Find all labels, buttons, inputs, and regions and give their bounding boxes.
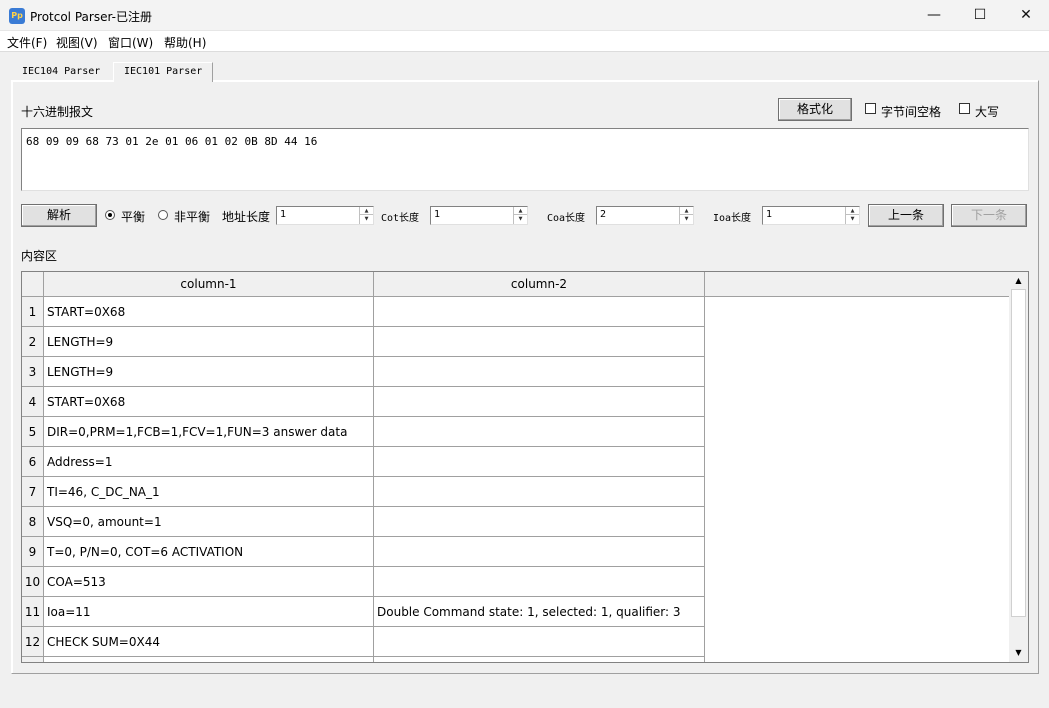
spin-down-icon[interactable]: ▼ bbox=[680, 215, 693, 223]
addr-len-label: 地址长度 bbox=[222, 210, 271, 224]
row-header[interactable]: 6 bbox=[22, 447, 44, 477]
row-header[interactable]: 1 bbox=[22, 297, 44, 327]
spin-up-icon[interactable]: ▲ bbox=[360, 207, 373, 215]
table-cell-col1[interactable]: DIR=0,PRM=1,FCB=1,FCV=1,FUN=3 answer dat… bbox=[44, 417, 374, 447]
table-cell-col1[interactable]: LENGTH=9 bbox=[44, 357, 374, 387]
spin-up-icon[interactable]: ▲ bbox=[514, 207, 527, 215]
table-cell-col1[interactable]: T=0, P/N=0, COT=6 ACTIVATION bbox=[44, 537, 374, 567]
table-cell-col1[interactable]: COA=513 bbox=[44, 567, 374, 597]
hex-section-label: 十六进制报文 bbox=[21, 105, 94, 119]
window-title: Protcol Parser-已注册 bbox=[30, 10, 152, 24]
table-cell-col1[interactable]: TI=46, C_DC_NA_1 bbox=[44, 477, 374, 507]
ioa-len-label: Ioa长度 bbox=[713, 213, 752, 224]
scroll-down-icon[interactable]: ▼ bbox=[1010, 645, 1027, 661]
uppercase-label: 大写 bbox=[975, 105, 1000, 119]
row-header[interactable]: 4 bbox=[22, 387, 44, 417]
table-cell-col2[interactable] bbox=[374, 537, 705, 567]
menu-view[interactable]: 视图(V) bbox=[56, 34, 98, 51]
parse-button[interactable]: 解析 bbox=[21, 204, 97, 227]
column-header-filler bbox=[705, 272, 1009, 297]
table-cell-col1[interactable]: START=0X68 bbox=[44, 297, 374, 327]
hex-input[interactable]: 68 09 09 68 73 01 2e 01 06 01 02 0B 8D 4… bbox=[21, 128, 1029, 191]
menu-file[interactable]: 文件(F) bbox=[7, 34, 47, 51]
spin-down-icon[interactable]: ▼ bbox=[360, 215, 373, 223]
app-icon: Pp bbox=[9, 8, 25, 24]
row-header[interactable]: 11 bbox=[22, 597, 44, 627]
maximize-button[interactable]: ☐ bbox=[957, 0, 1003, 31]
column-header-1[interactable]: column-1 bbox=[44, 272, 374, 297]
content-section-label: 内容区 bbox=[21, 249, 58, 263]
spin-down-icon[interactable]: ▼ bbox=[846, 215, 859, 223]
format-button[interactable]: 格式化 bbox=[778, 98, 852, 121]
table-cell-partial bbox=[374, 657, 705, 662]
tab-iec104[interactable]: IEC104 Parser bbox=[12, 64, 110, 82]
table-cell-col1[interactable]: CHECK SUM=0X44 bbox=[44, 627, 374, 657]
row-header[interactable]: 12 bbox=[22, 627, 44, 657]
balanced-label: 平衡 bbox=[121, 210, 146, 224]
uppercase-checkbox[interactable] bbox=[959, 103, 970, 114]
byte-space-checkbox[interactable] bbox=[865, 103, 876, 114]
table-cell-col2[interactable] bbox=[374, 297, 705, 327]
table-cell-col1[interactable]: LENGTH=9 bbox=[44, 327, 374, 357]
cot-len-value: 1 bbox=[434, 209, 441, 220]
menu-help[interactable]: 帮助(H) bbox=[164, 34, 206, 51]
addr-len-value: 1 bbox=[280, 209, 287, 220]
table-corner[interactable] bbox=[22, 272, 44, 297]
coa-len-spinner[interactable]: 2 ▲ ▼ bbox=[596, 206, 694, 225]
close-button[interactable]: ✕ bbox=[1003, 0, 1049, 31]
unbalanced-radio[interactable] bbox=[158, 210, 168, 220]
spin-down-icon[interactable]: ▼ bbox=[514, 215, 527, 223]
table-cell-col2[interactable] bbox=[374, 477, 705, 507]
scrollbar-thumb[interactable] bbox=[1011, 289, 1026, 617]
vertical-scrollbar[interactable]: ▲ ▼ bbox=[1009, 272, 1028, 662]
cot-len-label: Cot长度 bbox=[381, 213, 420, 224]
scroll-up-icon[interactable]: ▲ bbox=[1010, 273, 1027, 289]
balanced-radio[interactable] bbox=[105, 210, 115, 220]
row-header[interactable]: 2 bbox=[22, 327, 44, 357]
row-header-partial bbox=[22, 657, 44, 662]
ioa-len-value: 1 bbox=[766, 209, 773, 220]
table-cell-col1[interactable]: VSQ=0, amount=1 bbox=[44, 507, 374, 537]
minimize-button[interactable]: — bbox=[911, 0, 957, 31]
spin-up-icon[interactable]: ▲ bbox=[846, 207, 859, 215]
table-cell-col1[interactable]: Ioa=11 bbox=[44, 597, 374, 627]
spin-up-icon[interactable]: ▲ bbox=[680, 207, 693, 215]
row-header[interactable]: 9 bbox=[22, 537, 44, 567]
title-bar: Pp Protcol Parser-已注册 — ☐ ✕ bbox=[0, 0, 1049, 31]
coa-len-value: 2 bbox=[600, 209, 607, 220]
table-cell-col2[interactable] bbox=[374, 627, 705, 657]
row-header[interactable]: 3 bbox=[22, 357, 44, 387]
menu-bar: 文件(F) 视图(V) 窗口(W) 帮助(H) bbox=[0, 31, 1049, 52]
byte-space-label: 字节间空格 bbox=[881, 105, 942, 119]
addr-len-spinner[interactable]: 1 ▲ ▼ bbox=[276, 206, 374, 225]
table-cell-col1[interactable]: START=0X68 bbox=[44, 387, 374, 417]
table-cell-col2[interactable] bbox=[374, 507, 705, 537]
menu-window[interactable]: 窗口(W) bbox=[108, 34, 153, 51]
tab-iec101[interactable]: IEC101 Parser bbox=[113, 62, 214, 82]
row-header[interactable]: 8 bbox=[22, 507, 44, 537]
unbalanced-label: 非平衡 bbox=[174, 210, 211, 224]
column-header-2[interactable]: column-2 bbox=[374, 272, 705, 297]
table-cell-col2[interactable] bbox=[374, 447, 705, 477]
table-cell-partial bbox=[44, 657, 374, 662]
prev-button[interactable]: 上一条 bbox=[868, 204, 944, 227]
next-button[interactable]: 下一条 bbox=[951, 204, 1027, 227]
table-cell-col2[interactable] bbox=[374, 567, 705, 597]
coa-len-label: Coa长度 bbox=[547, 213, 586, 224]
row-header[interactable]: 5 bbox=[22, 417, 44, 447]
result-table: column-1 column-2 1 START=0X68 2 LENGTH=9 3 L… bbox=[21, 271, 1029, 663]
table-cell-col2[interactable] bbox=[374, 387, 705, 417]
table-cell-col2[interactable] bbox=[374, 417, 705, 447]
table-cell-col1[interactable]: Address=1 bbox=[44, 447, 374, 477]
row-header[interactable]: 10 bbox=[22, 567, 44, 597]
ioa-len-spinner[interactable]: 1 ▲ ▼ bbox=[762, 206, 860, 225]
row-header[interactable]: 7 bbox=[22, 477, 44, 507]
table-cell-col2[interactable] bbox=[374, 357, 705, 387]
table-cell-col2[interactable] bbox=[374, 327, 705, 357]
cot-len-spinner[interactable]: 1 ▲ ▼ bbox=[430, 206, 528, 225]
table-cell-col2[interactable]: Double Command state: 1, selected: 1, qu… bbox=[374, 597, 705, 627]
